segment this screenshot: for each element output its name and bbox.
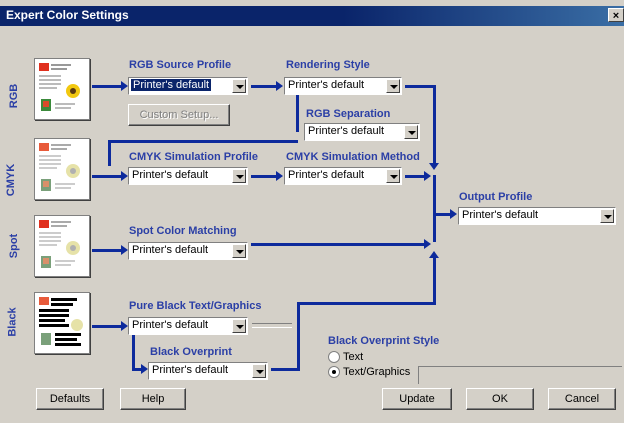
- arrow-right-icon: [121, 171, 128, 181]
- custom-setup-button[interactable]: Custom Setup...: [128, 104, 230, 126]
- flow-line: [433, 175, 436, 242]
- flow-line: [297, 302, 436, 305]
- rgb-document-icon: [39, 63, 80, 111]
- chevron-down-icon[interactable]: [232, 79, 246, 93]
- defaults-button[interactable]: Defaults: [36, 388, 104, 410]
- flow-line: [405, 175, 425, 178]
- rgb-preview-image: [34, 58, 90, 120]
- cmyk-document-icon: [39, 143, 80, 191]
- divider-v: [418, 366, 419, 384]
- radio-icon[interactable]: [328, 351, 340, 364]
- arrow-right-icon: [424, 171, 431, 181]
- pure-black-select[interactable]: Printer's default: [128, 317, 248, 335]
- pure-black-label: Pure Black Text/Graphics: [129, 300, 262, 312]
- rgb-separation-select[interactable]: Printer's default: [304, 123, 420, 141]
- black-preview-image: [34, 292, 90, 354]
- arrow-right-icon: [276, 81, 283, 91]
- black-overprint-style-label: Black Overprint Style: [328, 335, 440, 347]
- black-overprint-select[interactable]: Printer's default: [148, 362, 268, 380]
- rgb-source-profile-select[interactable]: Printer's default: [128, 77, 248, 95]
- rgb-source-profile-label: RGB Source Profile: [129, 59, 232, 71]
- black-overprint-label: Black Overprint: [150, 346, 232, 358]
- arrow-right-icon: [276, 171, 283, 181]
- arrow-right-icon: [121, 245, 128, 255]
- update-button[interactable]: Update: [382, 388, 452, 410]
- radio-text[interactable]: Text: [328, 351, 363, 364]
- help-button[interactable]: Help: [120, 388, 186, 410]
- flow-line: [297, 302, 300, 371]
- output-profile-label: Output Profile: [459, 191, 533, 203]
- flow-line: [92, 249, 122, 252]
- arrow-right-icon: [121, 321, 128, 331]
- flow-line: [92, 85, 122, 88]
- chevron-down-icon[interactable]: [252, 364, 266, 378]
- flow-line: [296, 95, 299, 132]
- flow-line: [108, 140, 111, 166]
- title-bar: Expert Color Settings ×: [0, 6, 624, 26]
- flow-line: [251, 85, 277, 88]
- close-icon[interactable]: ×: [608, 8, 624, 22]
- window-title: Expert Color Settings: [6, 8, 129, 22]
- flow-line: [92, 325, 122, 328]
- expert-color-settings-dialog: Expert Color Settings × RGB CMYK Spot Bl…: [0, 0, 624, 423]
- flow-line: [132, 335, 135, 369]
- chevron-down-icon[interactable]: [386, 79, 400, 93]
- cancel-button[interactable]: Cancel: [548, 388, 616, 410]
- row-label-cmyk: CMYK: [5, 163, 18, 197]
- cmyk-simulation-profile-select[interactable]: Printer's default: [128, 167, 248, 185]
- arrow-right-icon: [450, 209, 457, 219]
- row-label-rgb: RGB: [8, 83, 21, 109]
- cmyk-simulation-method-select[interactable]: Printer's default: [284, 167, 402, 185]
- spot-color-matching-label: Spot Color Matching: [129, 225, 237, 237]
- arrow-up-icon: [429, 251, 439, 258]
- row-label-black: Black: [6, 307, 19, 337]
- chevron-down-icon[interactable]: [600, 209, 614, 223]
- output-profile-select[interactable]: Printer's default: [458, 207, 616, 225]
- chevron-down-icon[interactable]: [404, 125, 418, 139]
- cmyk-simulation-profile-label: CMYK Simulation Profile: [129, 151, 258, 163]
- cmyk-simulation-method-label: CMYK Simulation Method: [286, 151, 420, 163]
- flow-line: [405, 85, 435, 88]
- rgb-separation-label: RGB Separation: [306, 108, 391, 120]
- radio-selected-icon[interactable]: [328, 366, 340, 379]
- row-label-spot: Spot: [8, 233, 21, 259]
- rendering-style-select[interactable]: Printer's default: [284, 77, 402, 95]
- chevron-down-icon[interactable]: [232, 169, 246, 183]
- flow-line: [92, 175, 122, 178]
- flow-line: [251, 175, 277, 178]
- disabled-connector: [252, 323, 292, 328]
- radio-text-graphics[interactable]: Text/Graphics: [328, 366, 410, 379]
- chevron-down-icon[interactable]: [232, 244, 246, 258]
- rendering-style-label: Rendering Style: [286, 59, 370, 71]
- black-document-icon: [39, 297, 83, 346]
- divider-h: [418, 366, 622, 367]
- chevron-down-icon[interactable]: [232, 319, 246, 333]
- flow-line: [433, 213, 451, 216]
- arrow-right-icon: [121, 81, 128, 91]
- flow-line: [433, 258, 436, 305]
- ok-button[interactable]: OK: [466, 388, 534, 410]
- flow-line: [271, 368, 299, 371]
- flow-line: [251, 243, 425, 246]
- spot-document-icon: [39, 220, 80, 268]
- arrow-right-icon: [141, 364, 148, 374]
- cmyk-preview-image: [34, 138, 90, 200]
- arrow-down-icon: [429, 163, 439, 170]
- spot-preview-image: [34, 215, 90, 277]
- flow-line: [433, 85, 436, 163]
- arrow-right-icon: [424, 239, 431, 249]
- chevron-down-icon[interactable]: [386, 169, 400, 183]
- flow-line: [108, 140, 298, 143]
- spot-color-matching-select[interactable]: Printer's default: [128, 242, 248, 260]
